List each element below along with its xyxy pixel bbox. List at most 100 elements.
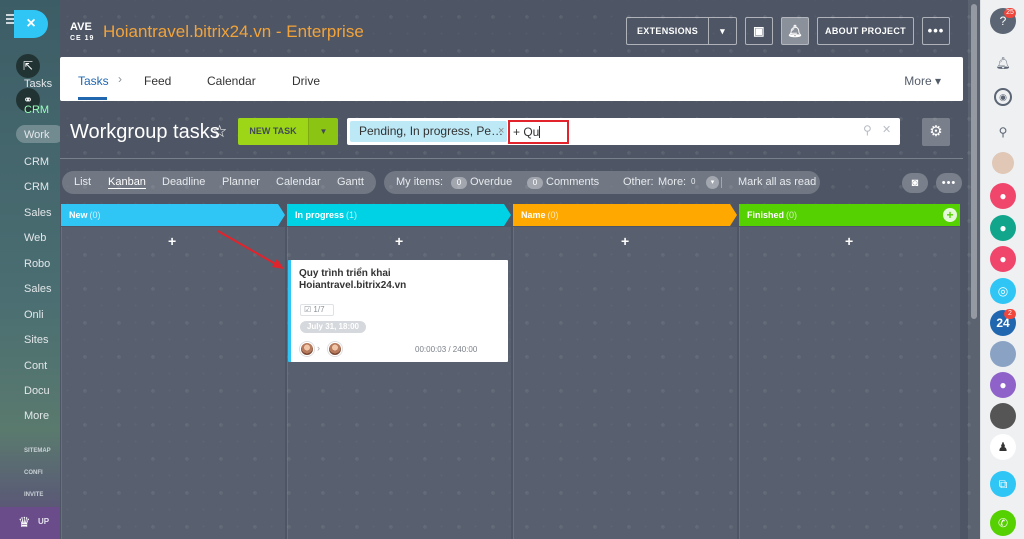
phone-icon[interactable]: ✆ bbox=[990, 510, 1016, 536]
tab-calendar[interactable]: Calendar bbox=[207, 74, 256, 88]
view-list[interactable]: List bbox=[74, 176, 91, 188]
add-task-finished-button[interactable]: + bbox=[845, 233, 853, 249]
add-task-name-button[interactable]: + bbox=[621, 233, 629, 249]
scrollbar-thumb[interactable] bbox=[971, 4, 977, 319]
site-title[interactable]: Hoiantravel.bitrix24.vn - Enterprise bbox=[103, 22, 364, 42]
view-planner[interactable]: Planner bbox=[222, 176, 260, 188]
chat-bubble-icon[interactable]: ◉ bbox=[994, 88, 1012, 106]
filter-preset-chip[interactable]: Pending, In progress, Pe… × bbox=[350, 121, 507, 142]
tab-more[interactable]: More ▾ bbox=[904, 74, 941, 88]
avatar[interactable] bbox=[990, 341, 1016, 367]
sidebar-item-more[interactable]: More bbox=[24, 410, 49, 422]
avatar[interactable] bbox=[328, 342, 342, 356]
view-deadline[interactable]: Deadline bbox=[162, 176, 205, 188]
search-input[interactable]: + Qu bbox=[508, 120, 569, 144]
sidebar-item-cont[interactable]: Cont bbox=[24, 360, 47, 372]
add-column-button[interactable]: + bbox=[943, 208, 957, 222]
chevron-down-icon[interactable]: ▾ bbox=[706, 176, 719, 189]
more-count-text: 0 bbox=[691, 177, 696, 186]
sidebar-item-sales[interactable]: Sales bbox=[24, 207, 52, 219]
notifications-button[interactable]: 🔔︎ bbox=[781, 17, 809, 45]
overdue-count[interactable]: 0 bbox=[451, 177, 467, 189]
view-calendar[interactable]: Calendar bbox=[276, 176, 321, 188]
view-more-button[interactable]: ••• bbox=[936, 173, 962, 193]
extensions-dropdown-button[interactable]: ▾ bbox=[708, 17, 737, 45]
task-card-title[interactable]: Quy trình triển khai Hoiantravel.bitrix2… bbox=[299, 268, 499, 292]
bell-icon: 🔔︎ bbox=[787, 24, 803, 38]
close-icon[interactable]: × bbox=[498, 121, 504, 142]
sidebar-item-crm-3[interactable]: CRM bbox=[24, 181, 49, 193]
sidebar-item-onli[interactable]: Onli bbox=[24, 309, 44, 321]
kanban-column-finished bbox=[739, 227, 960, 539]
sidebar-item-crm-2[interactable]: CRM bbox=[24, 156, 49, 168]
extensions-button[interactable]: EXTENSIONS bbox=[626, 17, 708, 45]
checklist-progress: 1/7 bbox=[313, 305, 325, 314]
avatar[interactable] bbox=[992, 152, 1014, 174]
more-label[interactable]: More: bbox=[658, 176, 686, 188]
sidebar-config[interactable]: CONFI bbox=[24, 470, 43, 476]
robot-icon: ◙ bbox=[911, 177, 919, 189]
upgrade-bar[interactable]: ♛ UP bbox=[0, 507, 60, 539]
search-input-value: + Qu bbox=[513, 125, 540, 139]
upgrade-label: UP bbox=[38, 517, 50, 526]
kanban-column-name bbox=[513, 227, 737, 539]
task-card[interactable]: Quy trình triển khai Hoiantravel.bitrix2… bbox=[288, 260, 508, 362]
filter-search-bar[interactable]: Pending, In progress, Pe… × + Qu ⚲ ✕ bbox=[347, 118, 900, 145]
divider bbox=[60, 158, 963, 159]
view-gantt[interactable]: Gantt bbox=[337, 176, 364, 188]
avatar[interactable]: ● bbox=[990, 215, 1016, 241]
settings-button[interactable]: ⚙ bbox=[922, 118, 950, 146]
search-icon[interactable]: ⚲ bbox=[990, 119, 1016, 145]
star-icon[interactable]: ☆ bbox=[212, 122, 227, 142]
sidebar-item-docu[interactable]: Docu bbox=[24, 385, 50, 397]
chat-button[interactable]: ▣ bbox=[745, 17, 773, 45]
company-logo[interactable]: AVE CE 19 bbox=[70, 22, 100, 44]
avatar[interactable] bbox=[990, 403, 1016, 429]
open-channel-icon[interactable]: ◎ bbox=[990, 278, 1016, 304]
view-kanban[interactable]: Kanban bbox=[108, 176, 146, 189]
clear-icon[interactable]: ✕ bbox=[882, 123, 891, 136]
more-actions-button[interactable]: ••• bbox=[922, 17, 950, 45]
overdue-link[interactable]: Overdue bbox=[470, 176, 512, 188]
about-project-button[interactable]: ABOUT PROJECT bbox=[817, 17, 914, 45]
new-task-dropdown-button[interactable]: ▼ bbox=[308, 118, 338, 145]
sidebar-item-sites[interactable]: Sites bbox=[24, 334, 48, 346]
tab-feed[interactable]: Feed bbox=[144, 74, 171, 88]
avatar[interactable] bbox=[300, 342, 314, 356]
new-task-button[interactable]: NEW TASK bbox=[238, 118, 308, 145]
tab-tasks[interactable]: Tasks bbox=[78, 74, 109, 88]
sidebar-item-robo[interactable]: Robo bbox=[24, 258, 50, 270]
sidebar-sitemap[interactable]: SITEMAP bbox=[24, 448, 51, 454]
screen-share-icon[interactable]: ⧉ bbox=[990, 471, 1016, 497]
automation-button[interactable]: ◙ bbox=[902, 173, 928, 193]
sidebar-invite[interactable]: INVITE bbox=[24, 492, 43, 498]
chevron-right-icon[interactable]: › bbox=[118, 72, 122, 86]
comments-count[interactable]: 0 bbox=[527, 177, 543, 189]
bell-icon[interactable]: 🔔︎ bbox=[990, 50, 1016, 76]
counters-divider bbox=[721, 177, 722, 188]
deadline-badge[interactable]: July 31, 18:00 bbox=[300, 321, 366, 333]
workgroup-tabs: Tasks › Feed Calendar Drive More ▾ bbox=[60, 57, 963, 101]
column-header-new[interactable]: New (0) bbox=[61, 204, 285, 226]
mark-all-read-link[interactable]: Mark all as read bbox=[738, 176, 816, 188]
add-task-in-progress-button[interactable]: + bbox=[395, 233, 403, 249]
avatar[interactable]: ● bbox=[990, 183, 1016, 209]
avatar[interactable]: ● bbox=[990, 372, 1016, 398]
close-button[interactable]: × bbox=[14, 10, 48, 38]
column-header-in-progress[interactable]: In progress (1) bbox=[287, 204, 511, 226]
column-header-finished[interactable]: Finished (0) bbox=[739, 204, 960, 226]
avatar[interactable]: ♟ bbox=[990, 434, 1016, 460]
column-header-name[interactable]: Name (0) bbox=[513, 204, 737, 226]
sidebar-item-work[interactable]: Work bbox=[24, 129, 49, 141]
sidebar-item-web[interactable]: Web bbox=[24, 232, 46, 244]
sidebar-item-sales-2[interactable]: Sales bbox=[24, 283, 52, 295]
avatar[interactable]: ● bbox=[990, 246, 1016, 272]
search-icon[interactable]: ⚲ bbox=[863, 123, 872, 137]
sidebar-item-crm[interactable]: CRM bbox=[24, 104, 49, 116]
tab-drive[interactable]: Drive bbox=[292, 74, 320, 88]
column-count: (1) bbox=[346, 210, 358, 220]
view-switcher: List Kanban Deadline Planner Calendar Ga… bbox=[62, 171, 376, 194]
add-task-new-button[interactable]: + bbox=[168, 233, 176, 249]
external-link-icon[interactable]: ⇱ bbox=[16, 54, 40, 78]
comments-link[interactable]: Comments bbox=[546, 176, 599, 188]
